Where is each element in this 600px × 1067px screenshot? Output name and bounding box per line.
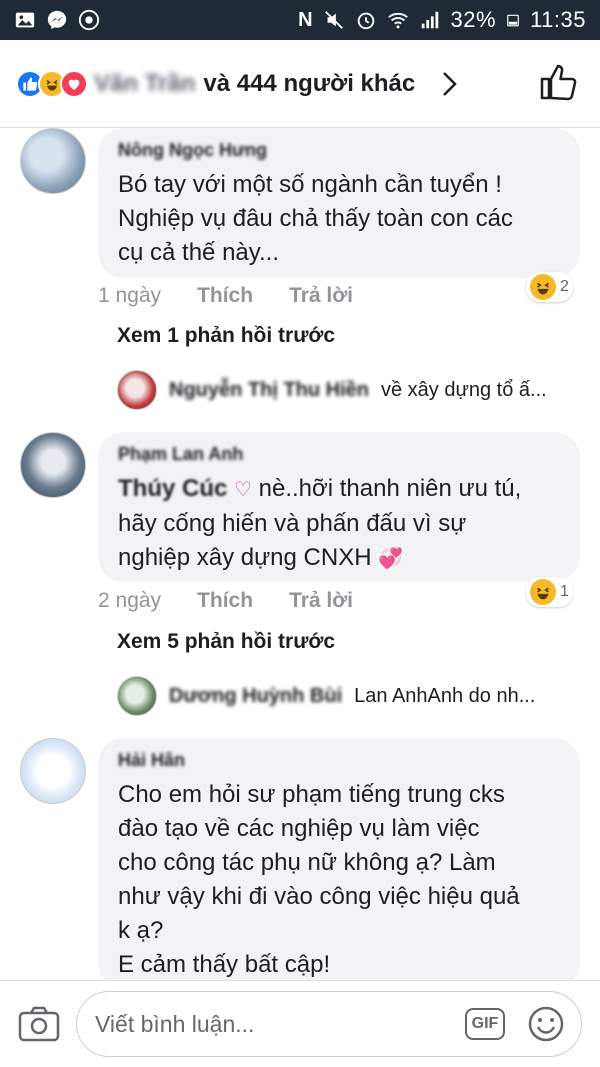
messenger-icon [47,10,67,30]
like-link[interactable]: Thích [197,589,253,613]
reply-preview[interactable]: Nguyễn Thị Thu Hiền về xây dựng tổ ấ... [117,370,587,410]
reactor-name: Văn Trần [94,69,196,97]
comment-bubble[interactable]: Phạm Lan Anh Thúy Cúc ♡ nè..hỡi thanh ni… [98,432,580,582]
comment-input-placeholder: Viết bình luận... [95,1010,255,1037]
see-previous-replies[interactable]: Xem 5 phản hồi trước [117,630,335,654]
reaction-icons [16,69,88,98]
reactions-summary[interactable]: Văn Trần và 444 người khác [94,70,459,98]
gallery-icon [15,12,35,28]
like-icon[interactable] [538,62,578,102]
alarm-icon [357,12,374,30]
battery-percent: 32% [450,7,497,32]
mention-tag[interactable]: Thúy Cúc [118,475,227,502]
reaction-count: 2 [560,278,569,295]
comment-time: 2 ngày [98,589,162,612]
reply-author[interactable]: Nguyễn Thị Thu Hiền [169,379,369,402]
wifi-icon [387,12,408,29]
comment-composer: Viết bình luận... GIF [0,980,600,1067]
comment-actions: 1 ngày Thích Trả lời [98,284,353,308]
input-icons: GIF [465,1005,565,1043]
comment-input[interactable]: Viết bình luận... GIF [76,991,582,1057]
mute-icon [324,11,343,29]
reactions-header[interactable]: Văn Trần và 444 người khác [0,40,600,128]
battery-icon [507,14,519,27]
reply-avatar[interactable] [117,676,157,716]
reply-link[interactable]: Trả lời [289,284,353,308]
haha-emoji-icon [530,274,556,300]
comment-author[interactable]: Phạm Lan Anh [118,444,558,466]
comment-text: Thúy Cúc ♡ nè..hỡi thanh niên ưu tú, hãy… [118,472,558,576]
avatar[interactable] [20,432,86,498]
heart-eyes-icon: ♡ [234,479,252,501]
reply-text: về xây dựng tổ ấ... [381,378,547,401]
comment-text: Cho em hỏi sư phạm tiếng trung cks đào t… [118,781,520,978]
comment-time: 1 ngày [98,284,162,307]
reply-link[interactable]: Trả lời [289,589,353,613]
reaction-count-badge[interactable]: 1 [526,577,573,607]
reactions-count-text: và 444 người khác [203,69,416,97]
reply-avatar[interactable] [117,370,157,410]
haha-emoji-icon [530,579,556,605]
signal-icon [421,11,438,29]
avatar[interactable] [20,738,86,804]
comment-actions: 2 ngày Thích Trả lời [98,589,353,613]
comment-text: Bó tay với một số ngành cần tuyển ! Nghi… [118,171,513,266]
gif-icon[interactable]: GIF [465,1008,505,1040]
clock: 11:35 [530,7,586,32]
status-right: N 32% 11:35 [298,7,586,33]
reply-preview[interactable]: Dương Huỳnh Bùi Lan AnhAnh do nh... [117,676,587,716]
comment-author[interactable]: Hải Hân [118,750,558,772]
love-reaction-icon [60,69,88,98]
status-bar: N 32% 11:35 [0,0,600,40]
camera-icon[interactable] [18,1006,60,1042]
emoji-icon[interactable] [527,1005,565,1043]
see-previous-replies[interactable]: Xem 1 phản hồi trước [117,324,335,348]
avatar[interactable] [20,128,86,194]
like-link[interactable]: Thích [197,284,253,308]
comment-bubble[interactable]: Nông Ngọc Hưng Bó tay với một số ngành c… [98,128,580,278]
reaction-count-badge[interactable]: 2 [526,272,573,302]
comment-author[interactable]: Nông Ngọc Hưng [118,140,558,162]
status-left [14,9,100,31]
reply-author[interactable]: Dương Huỳnh Bùi [169,685,342,708]
reply-text: Lan AnhAnh do nh... [354,684,536,707]
sparkle-heart-icon: 💞 [378,548,404,570]
reaction-count: 1 [560,583,569,600]
chrome-icon [78,9,100,31]
chevron-right-icon [443,71,458,96]
nfc-icon: N [298,8,313,31]
comment-bubble[interactable]: Hải Hân Cho em hỏi sư phạm tiếng trung c… [98,738,580,988]
